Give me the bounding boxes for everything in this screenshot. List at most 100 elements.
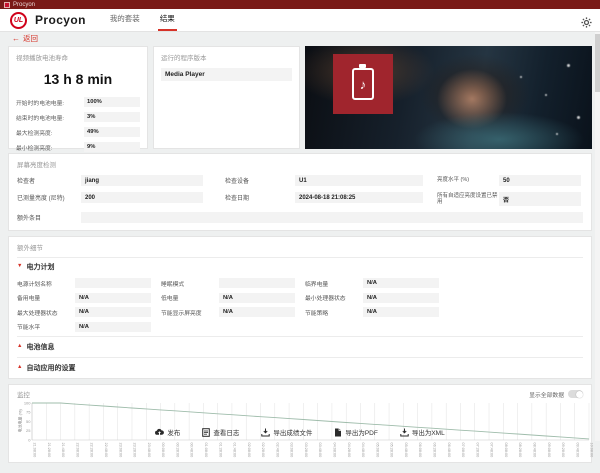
power-plan-title: 电力计划 — [26, 264, 55, 271]
back-arrow-icon: ← — [12, 33, 20, 43]
ul-logo-icon: UL — [10, 12, 27, 29]
show-all-data-toggle[interactable] — [568, 390, 583, 398]
bokeh-dot — [577, 116, 580, 119]
auto-applied-settings-header[interactable]: ▲ 自动应用的设置 — [17, 357, 583, 378]
svg-text:08:48:00: 08:48:00 — [532, 443, 536, 458]
publish-button[interactable]: 发布 — [155, 427, 180, 437]
svg-text:06:08:00: 06:08:00 — [418, 443, 422, 458]
battery-life-card: 视频播放电池寿命 13 h 8 min 开始时的电池电量: 100% 结束时的电… — [8, 46, 148, 152]
brightness-check-section: 屏幕亮度检测 检查者 jiang 已测量亮度 (尼特) 200 检查设备 U1 检查日… — [8, 153, 592, 231]
svg-text:00:08:00: 00:08:00 — [161, 443, 165, 458]
svg-text:08:08:00: 08:08:00 — [504, 443, 508, 458]
svg-text:22:08:00: 22:08:00 — [75, 443, 79, 458]
bottom-toolbar: 发布 查看日志 导出成绩文件 导出为PDF 导出为XML — [0, 423, 600, 441]
stat-label: 开始时的电池电量: — [16, 100, 64, 107]
field-label: 节能策略 — [305, 310, 329, 317]
svg-text:09:48:00: 09:48:00 — [575, 443, 579, 458]
device-field[interactable]: U1 — [295, 175, 423, 186]
svg-text:21:28:00: 21:28:00 — [47, 443, 51, 458]
svg-text:05:28:00: 05:28:00 — [390, 443, 394, 458]
svg-text:01:48:00: 01:48:00 — [233, 443, 237, 458]
log-document-icon — [202, 427, 211, 437]
svg-text:09:28:00: 09:28:00 — [561, 443, 565, 458]
scrollbar-thumb[interactable] — [595, 34, 600, 92]
download-icon — [261, 428, 271, 436]
stat-row: 最小检测亮度: 9% — [16, 142, 140, 152]
measured-brightness-field[interactable]: 200 — [81, 192, 203, 203]
svg-text:05:08:00: 05:08:00 — [375, 443, 379, 458]
tester-field[interactable]: jiang — [81, 175, 203, 186]
export-result-file-button[interactable]: 导出成绩文件 — [261, 427, 312, 437]
saver-policy-field: N/A — [363, 307, 439, 317]
back-label: 返回 — [23, 34, 38, 43]
main-tabs: 我的套装 结果 — [108, 9, 177, 31]
power-plan-header[interactable]: ▼ 电力计划 — [17, 257, 583, 276]
auto-applied-settings-title: 自动应用的设置 — [26, 365, 76, 372]
svg-text:02:28:00: 02:28:00 — [261, 443, 265, 458]
svg-text:75: 75 — [26, 410, 31, 415]
svg-text:04:08:00: 04:08:00 — [333, 443, 337, 458]
field-label: 最小处理器状态 — [305, 296, 346, 302]
svg-text:23:48:00: 23:48:00 — [147, 443, 151, 458]
button-label: 查看日志 — [213, 430, 240, 437]
brightness-level-field[interactable]: 50 — [499, 175, 581, 186]
power-plan-name-field — [75, 278, 151, 288]
svg-text:08:28:00: 08:28:00 — [518, 443, 522, 458]
energy-saver-level-field: N/A — [75, 321, 151, 332]
svg-text:21:48:00: 21:48:00 — [61, 443, 65, 458]
field-label: 临界电量 — [305, 281, 329, 288]
field-label: 最大处理器状态 — [17, 310, 58, 317]
reserve-battery-field: N/A — [75, 292, 151, 303]
field-label: 检查者 — [17, 179, 36, 185]
field-label: 已测量亮度 (尼特) — [17, 196, 65, 202]
battery-info-header[interactable]: ▲ 电池信息 — [17, 336, 583, 357]
view-log-button[interactable]: 查看日志 — [202, 427, 239, 437]
app-icon — [4, 1, 10, 8]
field-label: 睡眠模式 — [161, 281, 185, 288]
extra-notes-field[interactable] — [81, 212, 583, 223]
bokeh-dot — [567, 64, 570, 67]
tab-results[interactable]: 结果 — [157, 13, 177, 31]
svg-text:22:48:00: 22:48:00 — [104, 443, 108, 458]
saver-brightness-field: N/A — [219, 307, 295, 317]
vertical-scrollbar[interactable] — [595, 32, 600, 441]
app-version-value: Media Player — [161, 68, 292, 81]
stat-row: 最大检测亮度: 49% — [16, 127, 140, 137]
svg-text:01:08:00: 01:08:00 — [204, 443, 208, 458]
critical-battery-field: N/A — [363, 278, 439, 288]
chevron-down-icon: ▼ — [17, 263, 23, 270]
field-label: 节能水平 — [17, 325, 41, 331]
svg-text:06:48:00: 06:48:00 — [447, 443, 451, 458]
export-xml-button[interactable]: 导出为XML — [400, 427, 445, 437]
toggle-knob — [575, 390, 583, 398]
svg-text:00:48:00: 00:48:00 — [190, 443, 194, 458]
stat-row: 结束时的电池电量: 3% — [16, 112, 140, 122]
field-label: 低电量 — [161, 296, 179, 302]
window-title: Procyon — [13, 1, 36, 8]
stat-label: 最大检测亮度: — [16, 130, 53, 137]
chevron-up-icon: ▲ — [17, 364, 23, 371]
stat-label: 最小检测亮度: — [16, 145, 53, 152]
svg-text:03:48:00: 03:48:00 — [318, 443, 322, 458]
svg-text:22:28:00: 22:28:00 — [90, 443, 94, 458]
extra-details-section: 额外细节 ▼ 电力计划 电源计划名称 备用电量 N/A 最大处理器状态 N/A 节能… — [8, 236, 592, 379]
export-pdf-button[interactable]: 导出为PDF — [334, 427, 378, 437]
back-link[interactable]: ← 返回 — [0, 32, 600, 45]
battery-life-title: 视频播放电池寿命 — [16, 55, 68, 62]
min-processor-field: N/A — [363, 292, 439, 303]
media-player-photo: ♪ — [305, 46, 592, 149]
stat-value: 49% — [84, 127, 140, 137]
button-label: 导出成绩文件 — [273, 430, 313, 437]
music-note-icon: ♪ — [359, 76, 367, 92]
button-label: 导出为PDF — [345, 430, 378, 437]
app-version-title: 运行的程序版本 — [161, 55, 207, 62]
field-label: 检查日期 — [225, 196, 250, 202]
svg-text:07:08:00: 07:08:00 — [461, 443, 465, 458]
battery-info-title: 电池信息 — [26, 344, 55, 351]
button-label: 导出为XML — [411, 430, 445, 437]
tab-my-suites[interactable]: 我的套装 — [108, 13, 142, 31]
brightness-grid: 检查者 jiang 已测量亮度 (尼特) 200 检查设备 U1 检查日期 2024-0… — [17, 175, 583, 212]
stat-value: 3% — [84, 112, 140, 122]
pdf-file-icon — [335, 428, 342, 436]
settings-gear-icon[interactable] — [581, 15, 592, 33]
